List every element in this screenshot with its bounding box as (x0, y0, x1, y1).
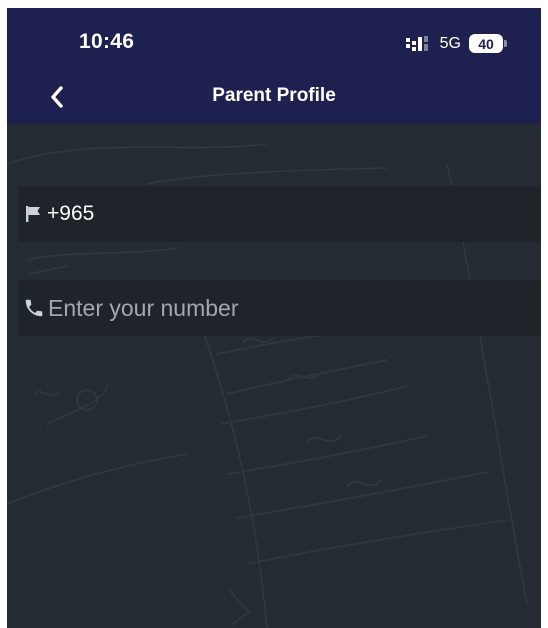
nav-bar: Parent Profile (7, 70, 541, 124)
status-time: 10:46 (79, 30, 135, 53)
flag-icon (23, 203, 45, 225)
phone-number-field[interactable] (19, 280, 541, 336)
battery-icon: 40 (469, 34, 507, 53)
app-screen: 10:46 5G 40 Parent Profile +965 Enter yo… (7, 8, 541, 628)
country-code-field[interactable]: +965 (19, 186, 541, 242)
phone-icon (23, 297, 45, 319)
signal-icon (405, 35, 428, 51)
status-bar: 10:46 5G 40 (7, 8, 541, 70)
battery-level: 40 (469, 34, 503, 53)
network-type: 5G (439, 34, 461, 52)
country-code-value: +965 (47, 202, 95, 225)
page-title: Parent Profile (212, 85, 336, 106)
phone-number-input[interactable] (48, 294, 518, 322)
status-indicators: 5G 40 (405, 34, 507, 53)
